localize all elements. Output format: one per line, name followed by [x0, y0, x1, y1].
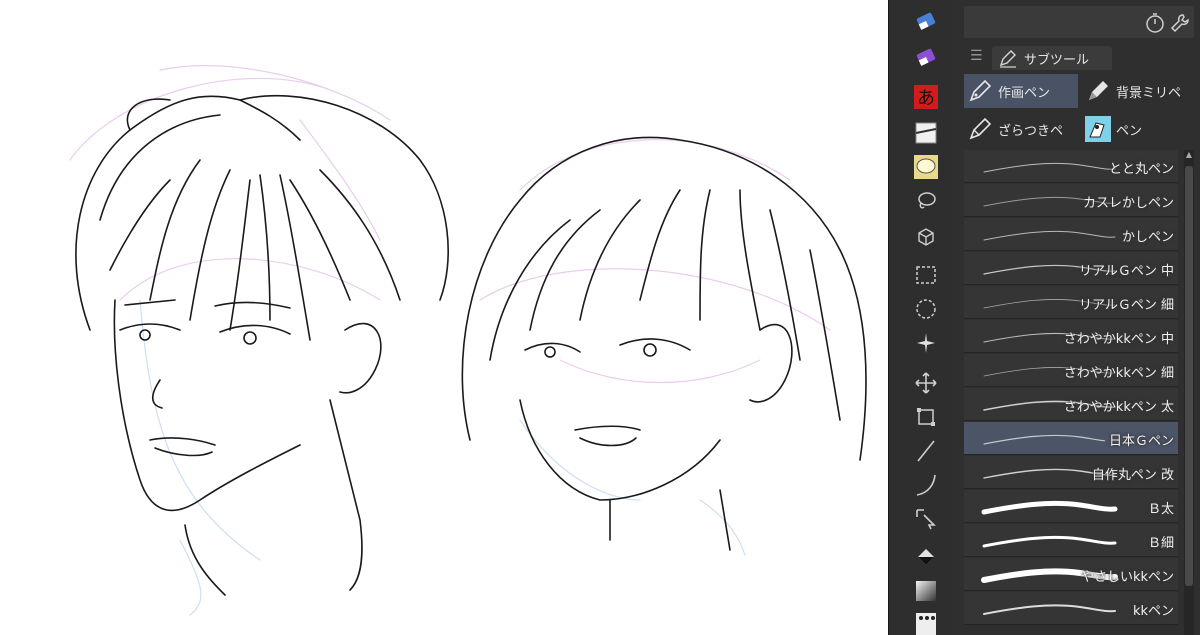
move-icon[interactable] [913, 370, 939, 396]
tone-icon[interactable] [913, 610, 939, 635]
curve-icon[interactable] [913, 472, 939, 498]
brush-list: とと丸ペンカスレかしペンかしペンリアルＧペン 中リアルＧペン 細さわやかkkペン… [964, 150, 1178, 635]
speech-balloon-icon[interactable] [913, 154, 939, 180]
brush-label: 自作丸ペン 改 [1091, 468, 1174, 483]
brush-label: さわやかkkペン 中 [1063, 332, 1174, 347]
brush-item[interactable]: さわやかkkペン 中 [964, 320, 1178, 353]
rect-select-icon[interactable] [913, 262, 939, 288]
canvas-area[interactable] [0, 0, 888, 635]
tool-palette: あ [888, 0, 952, 635]
brush-item[interactable]: カスレかしペン [964, 184, 1178, 217]
brush-stroke-preview [983, 434, 1116, 445]
correct-line-icon[interactable] [913, 506, 939, 532]
brush-label: リアルＧペン 細 [1078, 298, 1174, 313]
pen-nib-icon [966, 77, 994, 105]
custom-pen-icon [1084, 115, 1112, 143]
brush-label: やさしいkkペン [1080, 570, 1174, 585]
scrollbar-thumb[interactable] [1185, 166, 1193, 586]
brush-label: Ｂ太 [1147, 502, 1174, 517]
brush-item[interactable]: Ｂ太 [964, 490, 1178, 523]
brush-item[interactable]: やさしいkkペン [964, 558, 1178, 591]
drawing-canvas[interactable] [0, 0, 888, 635]
brush-label: リアルＧペン 中 [1078, 264, 1174, 279]
gradient-icon[interactable] [913, 578, 939, 604]
subtool-panel: ☰ サブツール 作画ペン 背景ミリペ ざらつきペ ペン とと丸ペン カスレかしペ… [952, 0, 1200, 635]
brush-label: さわやかkkペン 細 [1063, 366, 1174, 381]
brush-stroke-preview [982, 535, 1117, 548]
subtool-groups: 作画ペン 背景ミリペ ざらつきペ ペン [964, 72, 1200, 148]
brush-item[interactable]: kkペン [964, 592, 1178, 625]
panel-top-bar [964, 6, 1194, 38]
brush-label: さわやかkkペン 太 [1063, 400, 1174, 415]
ellipse-select-icon[interactable] [913, 296, 939, 322]
brush-item[interactable]: さわやかkkペン 細 [964, 354, 1178, 387]
group-background-pen[interactable]: 背景ミリペ [1082, 74, 1200, 108]
brush-item[interactable]: 日本Ｇペン [964, 422, 1178, 455]
brush-stroke-preview [983, 162, 1116, 173]
brush-item[interactable]: さわやかkkペン 太 [964, 388, 1178, 421]
svg-text:あ: あ [917, 88, 935, 109]
brush-item[interactable]: とと丸ペン [964, 150, 1178, 183]
rough-pen-icon [966, 115, 994, 143]
brush-label: かしペン [1121, 230, 1174, 245]
group-rough-pen[interactable]: ざらつきペ [964, 112, 1078, 146]
brush-stroke-preview [981, 500, 1118, 515]
subtool-title: サブツール [1024, 52, 1090, 68]
3d-object-icon[interactable] [913, 224, 939, 250]
brush-label: Ｂ細 [1147, 536, 1174, 551]
panel-menu-icon[interactable]: ☰ [970, 48, 983, 64]
group-drawing-pen[interactable]: 作画ペン [964, 74, 1078, 108]
auto-select-icon[interactable] [913, 330, 939, 356]
eraser-blue-icon[interactable] [913, 8, 939, 34]
marker-icon [1084, 77, 1112, 105]
group-label: 背景ミリペ [1116, 85, 1182, 101]
pen-tool-icon [998, 48, 1018, 68]
eraser-purple-icon[interactable] [913, 44, 939, 70]
timer-icon[interactable] [1144, 12, 1166, 34]
text-tool-icon[interactable]: あ [913, 84, 939, 110]
sketch-illustration [69, 65, 867, 616]
brush-list-scrollbar[interactable]: ▲ [1184, 150, 1194, 635]
brush-item[interactable]: リアルＧペン 細 [964, 286, 1178, 319]
line-icon[interactable] [913, 438, 939, 464]
group-label: 作画ペン [998, 85, 1051, 101]
group-custom-pen[interactable]: ペン [1082, 112, 1200, 146]
frame-border-icon[interactable] [913, 120, 939, 146]
group-label: ペン [1116, 123, 1143, 139]
brush-item[interactable]: リアルＧペン 中 [964, 252, 1178, 285]
brush-stroke-preview [983, 604, 1116, 615]
tab-subtool[interactable]: サブツール [992, 46, 1112, 70]
brush-label: とと丸ペン [1108, 162, 1174, 177]
brush-label: kkペン [1132, 604, 1174, 619]
brush-label: カスレかしペン [1082, 196, 1174, 211]
brush-item[interactable]: Ｂ細 [964, 524, 1178, 557]
lasso-icon[interactable] [913, 188, 939, 214]
fill-icon[interactable] [913, 544, 939, 570]
brush-item[interactable]: かしペン [964, 218, 1178, 251]
subtool-header: ☰ サブツール [952, 44, 1200, 70]
brush-item[interactable]: 自作丸ペン 改 [964, 456, 1178, 489]
brush-label: 日本Ｇペン [1104, 430, 1174, 449]
scroll-up-icon[interactable]: ▲ [1184, 150, 1194, 162]
wrench-icon[interactable] [1169, 12, 1191, 34]
brush-stroke-preview [983, 230, 1116, 241]
transform-icon[interactable] [913, 404, 939, 430]
group-label: ざらつきペ [998, 123, 1064, 139]
